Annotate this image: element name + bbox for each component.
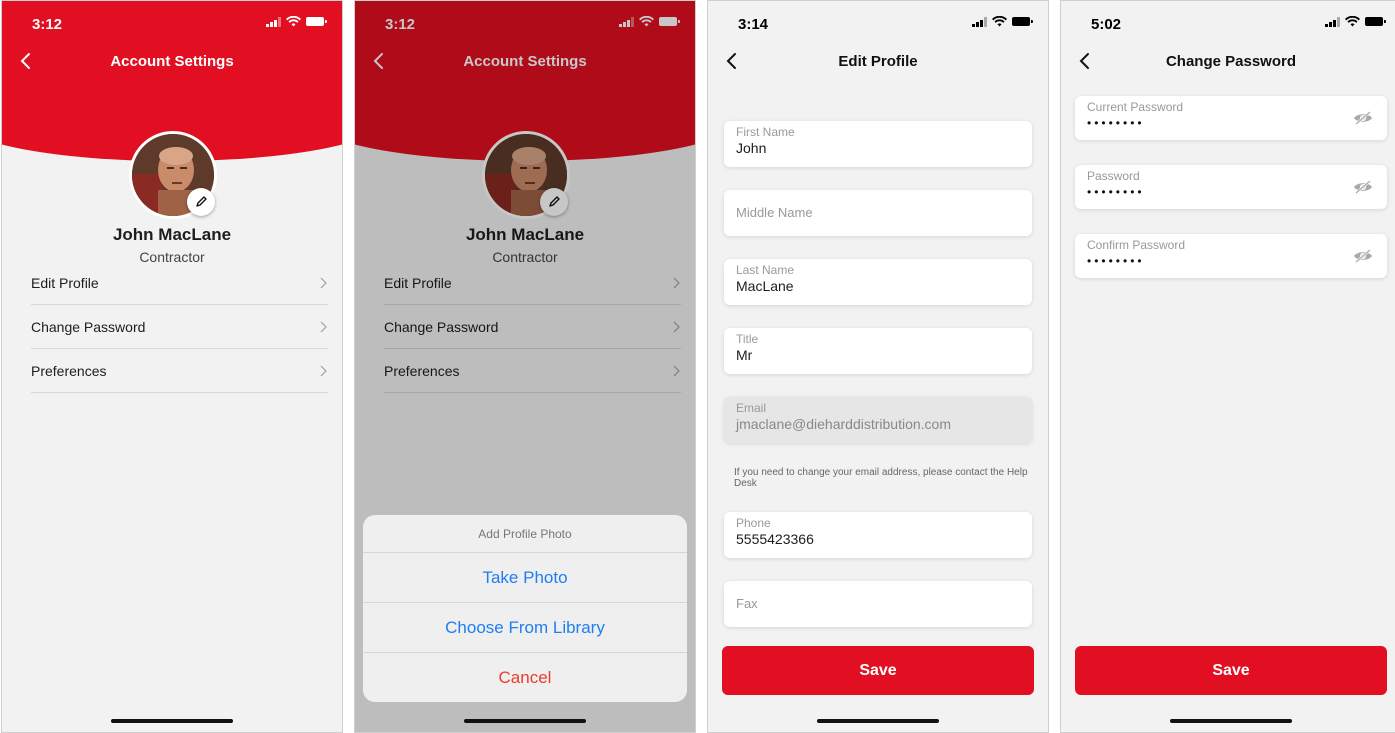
save-button[interactable]: Save: [722, 646, 1034, 695]
pencil-icon: [196, 196, 207, 207]
home-indicator: [464, 719, 586, 723]
status-bar: 3:14: [708, 1, 1048, 41]
choose-library-button[interactable]: Choose From Library: [363, 603, 687, 653]
field-value: 5555423366: [736, 531, 814, 547]
field-value: MacLane: [736, 278, 794, 294]
nav-bar: Account Settings: [2, 41, 342, 81]
field-value: jmaclane@dieharddistribution.com: [736, 416, 951, 432]
chevron-right-icon: [320, 365, 327, 376]
email-field: Email jmaclane@dieharddistribution.com: [724, 397, 1032, 443]
confirm-password-field[interactable]: Confirm Password ••••••••: [1075, 234, 1387, 278]
field-placeholder: Fax: [736, 596, 758, 611]
screen-account-settings: 3:12 Account Settings John MacLane Contr…: [1, 0, 343, 733]
menu-item-preferences[interactable]: Preferences: [31, 349, 328, 393]
new-password-field[interactable]: Password ••••••••: [1075, 165, 1387, 209]
battery-icon: [306, 17, 327, 26]
page-title: Account Settings: [110, 53, 234, 70]
field-label: Phone: [736, 516, 771, 530]
field-label: Title: [736, 332, 759, 346]
nav-bar: Change Password: [1061, 41, 1395, 81]
edit-photo-button[interactable]: [187, 188, 215, 216]
eye-hidden-icon[interactable]: [1353, 110, 1373, 126]
middle-name-field[interactable]: Middle Name: [724, 190, 1032, 236]
profile-name: John MacLane: [112, 225, 232, 244]
home-indicator: [817, 719, 939, 723]
status-time: 5:02: [1091, 16, 1122, 33]
action-sheet: Add Profile Photo Take Photo Choose From…: [363, 515, 687, 702]
screen-edit-profile: 3:14 Edit Profile First Name John Middle…: [707, 0, 1049, 733]
cancel-button[interactable]: Cancel: [363, 653, 687, 702]
settings-menu: Edit Profile Change Password Preferences: [31, 261, 328, 393]
status-bar: 3:12: [2, 1, 342, 41]
field-label: Current Password: [1087, 100, 1184, 114]
take-photo-button[interactable]: Take Photo: [363, 553, 687, 603]
battery-icon: [1012, 17, 1033, 26]
page-title: Change Password: [1165, 53, 1297, 70]
field-label: Email: [736, 401, 767, 415]
menu-item-edit-profile[interactable]: Edit Profile: [31, 261, 328, 305]
screen-add-photo-sheet: 3:12 Account Settings John MacLane Contr…: [354, 0, 696, 733]
status-time: 3:14: [738, 16, 769, 33]
field-label: Last Name: [736, 263, 795, 277]
current-password-field[interactable]: Current Password ••••••••: [1075, 96, 1387, 140]
fax-field[interactable]: Fax: [724, 581, 1032, 627]
signal-icon: [1325, 16, 1340, 27]
field-placeholder: Middle Name: [736, 205, 813, 220]
wifi-icon: [1345, 16, 1360, 27]
chevron-right-icon: [320, 321, 327, 332]
status-bar: 5:02: [1061, 1, 1395, 41]
title-field[interactable]: Title Mr: [724, 328, 1032, 374]
field-label: Confirm Password: [1087, 238, 1186, 252]
action-sheet-title: Add Profile Photo: [363, 515, 687, 553]
last-name-field[interactable]: Last Name MacLane: [724, 259, 1032, 305]
eye-hidden-icon[interactable]: [1353, 179, 1373, 195]
first-name-field[interactable]: First Name John: [724, 121, 1032, 167]
field-value: John: [736, 140, 767, 156]
field-label: Password: [1087, 169, 1140, 183]
home-indicator: [1170, 719, 1292, 723]
save-button[interactable]: Save: [1075, 646, 1387, 695]
chevron-right-icon: [320, 277, 327, 288]
wifi-icon: [992, 16, 1007, 27]
field-value: ••••••••: [1087, 116, 1145, 130]
page-title: Edit Profile: [838, 53, 918, 70]
email-help-note: If you need to change your email address…: [734, 467, 1028, 489]
field-value: Mr: [736, 347, 753, 363]
wifi-icon: [286, 16, 301, 27]
screen-change-password: 5:02 Change Password Current Password ••…: [1060, 0, 1395, 733]
menu-item-change-password[interactable]: Change Password: [31, 305, 328, 349]
field-value: ••••••••: [1087, 185, 1145, 199]
phone-field[interactable]: Phone 5555423366: [724, 512, 1032, 558]
nav-bar: Edit Profile: [708, 41, 1048, 81]
field-value: ••••••••: [1087, 254, 1145, 268]
signal-icon: [972, 16, 987, 27]
home-indicator: [111, 719, 233, 723]
battery-icon: [1365, 17, 1386, 26]
status-time: 3:12: [32, 16, 63, 33]
signal-icon: [266, 16, 281, 27]
field-label: First Name: [736, 125, 795, 139]
eye-hidden-icon[interactable]: [1353, 248, 1373, 264]
